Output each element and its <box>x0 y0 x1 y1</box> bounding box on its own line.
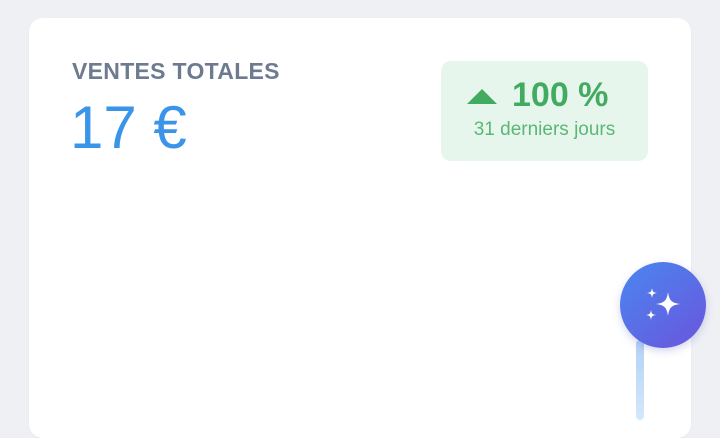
card-title: VENTES TOTALES <box>72 58 280 84</box>
trend-percent: 100 % <box>512 76 609 114</box>
trend-badge: 100 % 31 derniers jours <box>441 61 648 161</box>
fab-trail <box>636 340 644 420</box>
total-sales-card: VENTES TOTALES 17 € 100 % 31 derniers jo… <box>29 18 691 438</box>
sales-value: 17 € <box>70 94 187 161</box>
sparkles-icon <box>646 288 680 320</box>
trend-row: 100 % <box>467 78 608 112</box>
ai-assistant-button[interactable] <box>620 262 706 348</box>
triangle-up-icon <box>467 88 497 104</box>
trend-period: 31 derniers jours <box>473 119 616 140</box>
